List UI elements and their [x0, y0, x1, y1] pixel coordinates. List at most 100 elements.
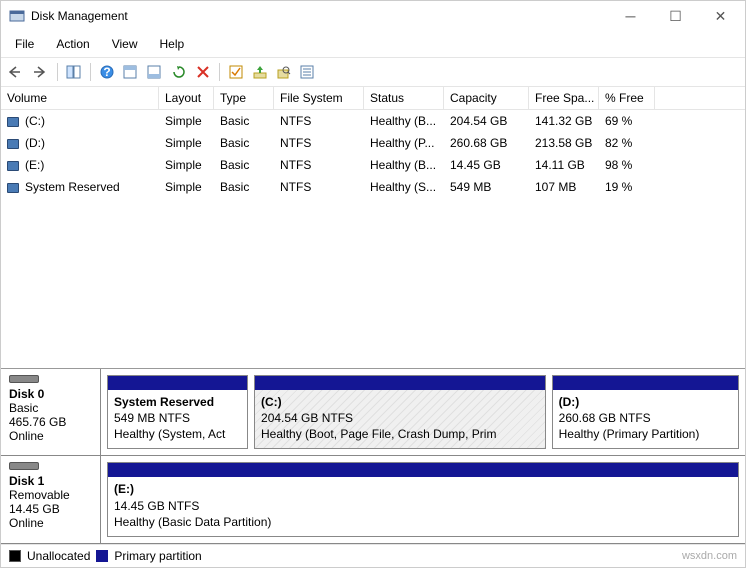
forward-icon[interactable]	[31, 62, 51, 82]
partition[interactable]: (D:) 260.68 GB NTFS Healthy (Primary Par…	[552, 375, 739, 450]
drive-icon	[7, 117, 19, 127]
find-icon[interactable]	[274, 62, 294, 82]
col-volume[interactable]: Volume	[1, 87, 159, 109]
toolbar: ?	[1, 57, 745, 87]
cell-status: Healthy (P...	[364, 134, 444, 152]
col-filesystem[interactable]: File System	[274, 87, 364, 109]
disk-row: Disk 0 Basic 465.76 GB Online System Res…	[1, 369, 745, 457]
partition-name: (D:)	[559, 394, 732, 410]
cell-capacity: 260.68 GB	[444, 134, 529, 152]
upload-icon[interactable]	[250, 62, 270, 82]
col-free[interactable]: Free Spa...	[529, 87, 599, 109]
volume-name: System Reserved	[25, 180, 120, 194]
menu-help[interactable]: Help	[150, 33, 195, 55]
legend-unallocated: Unallocated	[27, 549, 90, 563]
partition-header	[553, 376, 738, 390]
drive-icon	[7, 161, 19, 171]
cell-capacity: 204.54 GB	[444, 112, 529, 130]
disk-state: Online	[9, 516, 92, 530]
disk-size: 14.45 GB	[9, 502, 92, 516]
app-icon	[9, 8, 25, 24]
maximize-button[interactable]: ☐	[653, 2, 698, 30]
partition-name: (C:)	[261, 394, 539, 410]
settings-bottom-icon[interactable]	[145, 62, 165, 82]
partition-status: Healthy (System, Act	[114, 426, 241, 442]
partition-header	[255, 376, 545, 390]
partition-name: (E:)	[114, 481, 732, 497]
volume-name: (D:)	[25, 136, 45, 150]
table-row[interactable]: (E:)SimpleBasicNTFSHealthy (B...14.45 GB…	[1, 154, 745, 176]
disk-size: 465.76 GB	[9, 415, 92, 429]
disk-name: Disk 1	[9, 474, 92, 488]
help-icon[interactable]: ?	[97, 62, 117, 82]
window-title: Disk Management	[25, 9, 608, 23]
partition-name: System Reserved	[114, 394, 241, 410]
legend-primary: Primary partition	[114, 549, 201, 563]
cell-fs: NTFS	[274, 156, 364, 174]
volume-name: (E:)	[25, 158, 44, 172]
partition-size: 549 MB NTFS	[114, 410, 241, 426]
disk-info[interactable]: Disk 1 Removable 14.45 GB Online	[1, 456, 101, 543]
cell-type: Basic	[214, 112, 274, 130]
cell-capacity: 14.45 GB	[444, 156, 529, 174]
properties-icon[interactable]	[298, 62, 318, 82]
volume-table-header: Volume Layout Type File System Status Ca…	[1, 87, 745, 110]
partition-header	[108, 376, 247, 390]
menu-bar: File Action View Help	[1, 31, 745, 57]
cell-free: 107 MB	[529, 178, 599, 196]
cell-free: 141.32 GB	[529, 112, 599, 130]
cell-status: Healthy (B...	[364, 112, 444, 130]
disk-state: Online	[9, 429, 92, 443]
table-row[interactable]: System ReservedSimpleBasicNTFSHealthy (S…	[1, 176, 745, 198]
partition-status: Healthy (Primary Partition)	[559, 426, 732, 442]
legend-swatch-primary	[96, 550, 108, 562]
title-bar: Disk Management ─ ☐ ✕	[1, 1, 745, 31]
partition[interactable]: (E:) 14.45 GB NTFS Healthy (Basic Data P…	[107, 462, 739, 537]
delete-icon[interactable]	[193, 62, 213, 82]
partition-size: 260.68 GB NTFS	[559, 410, 732, 426]
menu-action[interactable]: Action	[46, 33, 99, 55]
col-spacer	[655, 87, 745, 109]
menu-view[interactable]: View	[102, 33, 148, 55]
cell-pct: 98 %	[599, 156, 655, 174]
cell-type: Basic	[214, 134, 274, 152]
partition[interactable]: System Reserved 549 MB NTFS Healthy (Sys…	[107, 375, 248, 450]
minimize-button[interactable]: ─	[608, 2, 653, 30]
partition-area: System Reserved 549 MB NTFS Healthy (Sys…	[101, 369, 745, 456]
legend: Unallocated Primary partition wsxdn.com	[1, 544, 745, 567]
col-layout[interactable]: Layout	[159, 87, 214, 109]
partition-status: Healthy (Boot, Page File, Crash Dump, Pr…	[261, 426, 539, 442]
table-row[interactable]: (C:)SimpleBasicNTFSHealthy (B...204.54 G…	[1, 110, 745, 132]
cell-free: 14.11 GB	[529, 156, 599, 174]
legend-swatch-unallocated	[9, 550, 21, 562]
svg-text:?: ?	[103, 65, 110, 79]
disk-graphical-view: Disk 0 Basic 465.76 GB Online System Res…	[1, 368, 745, 544]
table-row[interactable]: (D:) SimpleBasicNTFSHealthy (P...260.68 G…	[1, 132, 745, 154]
check-icon[interactable]	[226, 62, 246, 82]
cell-fs: NTFS	[274, 112, 364, 130]
col-type[interactable]: Type	[214, 87, 274, 109]
partition[interactable]: (C:) 204.54 GB NTFS Healthy (Boot, Page …	[254, 375, 546, 450]
settings-top-icon[interactable]	[121, 62, 141, 82]
disk-row: Disk 1 Removable 14.45 GB Online (E:) 14…	[1, 456, 745, 544]
show-hide-icon[interactable]	[64, 62, 84, 82]
menu-file[interactable]: File	[5, 33, 44, 55]
drive-icon	[7, 139, 19, 149]
cell-status: Healthy (S...	[364, 178, 444, 196]
cell-pct: 69 %	[599, 112, 655, 130]
col-pct-free[interactable]: % Free	[599, 87, 655, 109]
disk-kind: Removable	[9, 488, 92, 502]
cell-layout: Simple	[159, 134, 214, 152]
cell-fs: NTFS	[274, 134, 364, 152]
cell-pct: 19 %	[599, 178, 655, 196]
cell-layout: Simple	[159, 112, 214, 130]
cell-free: 213.58 GB	[529, 134, 599, 152]
disk-icon	[9, 462, 39, 470]
refresh-icon[interactable]	[169, 62, 189, 82]
col-status[interactable]: Status	[364, 87, 444, 109]
back-icon[interactable]	[7, 62, 27, 82]
disk-info[interactable]: Disk 0 Basic 465.76 GB Online	[1, 369, 101, 456]
col-capacity[interactable]: Capacity	[444, 87, 529, 109]
close-button[interactable]: ✕	[698, 2, 743, 30]
disk-kind: Basic	[9, 401, 92, 415]
